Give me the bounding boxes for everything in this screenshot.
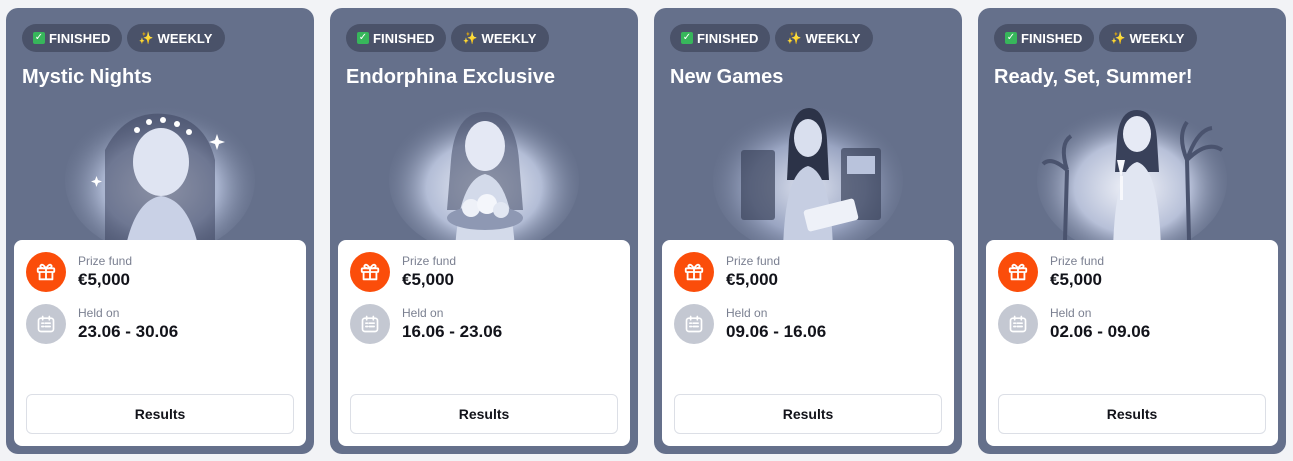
weekly-badge-label: WEEKLY [481,30,537,46]
tournament-artwork [389,105,579,250]
held-on-label: Held on [402,306,444,320]
check-icon: ✓ [681,32,693,44]
held-on-dates: 09.06 - 16.06 [726,322,827,341]
held-on-dates: 16.06 - 23.06 [402,322,503,341]
card-info-panel: Prize fund €5,000 Held on 02.06 - 09.06 … [986,240,1278,446]
prize-fund-label: Prize fund [402,254,457,268]
finished-badge-label: FINISHED [373,30,435,46]
sparkles-icon: ✨ [462,31,478,45]
weekly-badge[interactable]: ✨ WEEKLY [127,24,225,52]
held-on-label: Held on [726,306,768,320]
results-button[interactable]: Results [350,394,618,434]
prize-fund-label: Prize fund [726,254,781,268]
tournament-artwork [1037,105,1227,250]
held-on-row: Held on 09.06 - 16.06 [674,304,826,344]
check-icon: ✓ [357,32,369,44]
card-title[interactable]: New Games [670,66,783,89]
results-button[interactable]: Results [674,394,942,434]
card-info-panel: Prize fund €5,000 Held on 23.06 - 30.06 … [14,240,306,446]
gift-icon [26,252,66,292]
card-title[interactable]: Ready, Set, Summer! [994,66,1193,89]
gift-icon [998,252,1038,292]
tournament-artwork [713,105,903,250]
sparkles-icon: ✨ [786,31,802,45]
prize-fund-label: Prize fund [78,254,133,268]
card-info-panel: Prize fund €5,000 Held on 09.06 - 16.06 … [662,240,954,446]
prize-fund-row: Prize fund €5,000 [674,252,780,292]
finished-badge-label: FINISHED [49,30,111,46]
gift-icon [674,252,714,292]
finished-badge[interactable]: ✓ FINISHED [670,24,771,52]
sparkles-icon: ✨ [1110,31,1126,45]
check-icon: ✓ [33,32,45,44]
finished-badge[interactable]: ✓ FINISHED [346,24,447,52]
weekly-badge[interactable]: ✨ WEEKLY [451,24,549,52]
weekly-badge-label: WEEKLY [157,30,213,46]
held-on-row: Held on 16.06 - 23.06 [350,304,502,344]
calendar-icon [998,304,1038,344]
card-info-panel: Prize fund €5,000 Held on 16.06 - 23.06 … [338,240,630,446]
tournament-cards: ✓ FINISHED ✨ WEEKLY Mystic Nights Prize … [6,8,1286,454]
weekly-badge[interactable]: ✨ WEEKLY [1099,24,1197,52]
prize-fund-value: €5,000 [1050,270,1102,289]
held-on-dates: 02.06 - 09.06 [1050,322,1151,341]
prize-fund-value: €5,000 [402,270,454,289]
held-on-label: Held on [78,306,120,320]
card-badges: ✓ FINISHED ✨ WEEKLY [994,24,1197,52]
prize-fund-label: Prize fund [1050,254,1105,268]
held-on-row: Held on 02.06 - 09.06 [998,304,1150,344]
card-badges: ✓ FINISHED ✨ WEEKLY [22,24,225,52]
tournament-card[interactable]: ✓ FINISHED ✨ WEEKLY Mystic Nights Prize … [6,8,314,454]
finished-badge-label: FINISHED [1021,30,1083,46]
finished-badge[interactable]: ✓ FINISHED [994,24,1095,52]
calendar-icon [674,304,714,344]
weekly-badge-label: WEEKLY [1129,30,1185,46]
prize-fund-value: €5,000 [726,270,778,289]
tournament-card[interactable]: ✓ FINISHED ✨ WEEKLY New Games Prize fund… [654,8,962,454]
card-title[interactable]: Mystic Nights [22,66,152,89]
finished-badge-label: FINISHED [697,30,759,46]
weekly-badge[interactable]: ✨ WEEKLY [775,24,873,52]
card-badges: ✓ FINISHED ✨ WEEKLY [670,24,873,52]
finished-badge[interactable]: ✓ FINISHED [22,24,123,52]
prize-fund-row: Prize fund €5,000 [26,252,132,292]
check-icon: ✓ [1005,32,1017,44]
calendar-icon [350,304,390,344]
held-on-label: Held on [1050,306,1092,320]
results-button[interactable]: Results [26,394,294,434]
prize-fund-value: €5,000 [78,270,130,289]
gift-icon [350,252,390,292]
prize-fund-row: Prize fund €5,000 [350,252,456,292]
held-on-row: Held on 23.06 - 30.06 [26,304,178,344]
results-button[interactable]: Results [998,394,1266,434]
tournament-card[interactable]: ✓ FINISHED ✨ WEEKLY Ready, Set, Summer! [978,8,1286,454]
card-title[interactable]: Endorphina Exclusive [346,66,555,89]
sparkles-icon: ✨ [138,31,154,45]
calendar-icon [26,304,66,344]
tournament-artwork [65,105,255,250]
held-on-dates: 23.06 - 30.06 [78,322,179,341]
weekly-badge-label: WEEKLY [805,30,861,46]
prize-fund-row: Prize fund €5,000 [998,252,1104,292]
card-badges: ✓ FINISHED ✨ WEEKLY [346,24,549,52]
tournament-card[interactable]: ✓ FINISHED ✨ WEEKLY Endorphina Exclusive [330,8,638,454]
